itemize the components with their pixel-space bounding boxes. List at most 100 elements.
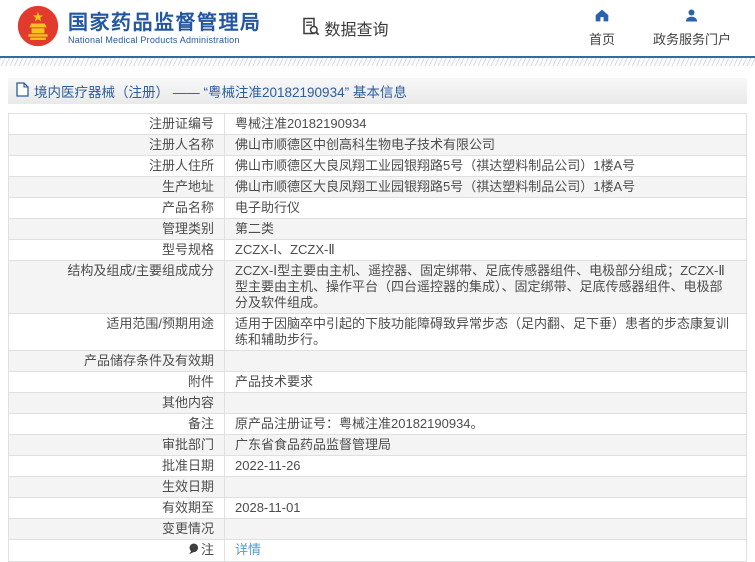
field-value-text: 佛山市顺德区中创高科生物电子技术有限公司 bbox=[235, 137, 496, 152]
field-value: ZCZX-Ⅰ型主要由主机、遥控器、固定绑带、足底传感器组件、电极部分组成；ZCZ… bbox=[225, 261, 746, 313]
field-value-text: 佛山市顺德区大良凤翔工业园银翔路5号（祺达塑料制品公司）1楼A号 bbox=[235, 179, 636, 194]
field-label: 注册人住所 bbox=[9, 156, 225, 176]
field-value-text: 产品技术要求 bbox=[235, 374, 314, 389]
top-nav: 首页 政务服务门户 bbox=[589, 8, 731, 48]
table-row: 其他内容 bbox=[9, 393, 746, 414]
site-header: 国家药品监督管理局 National Medical Products Admi… bbox=[0, 0, 755, 56]
field-label-text: 批准日期 bbox=[161, 458, 214, 473]
nav-portal-label: 政务服务门户 bbox=[652, 32, 731, 47]
table-row: 产品名称 电子助行仪 bbox=[9, 198, 746, 219]
field-label: 结构及组成/主要组成成分 bbox=[9, 261, 225, 313]
agency-name-cn: 国家药品监督管理局 bbox=[68, 11, 262, 34]
field-label: 生产地址 bbox=[9, 177, 225, 197]
field-label: 批准日期 bbox=[9, 456, 225, 476]
table-row: 注 详情 bbox=[9, 540, 746, 562]
field-label-text: 产品储存条件及有效期 bbox=[83, 353, 214, 368]
field-label: 注 bbox=[9, 540, 225, 561]
field-value: 佛山市顺德区中创高科生物电子技术有限公司 bbox=[225, 135, 746, 155]
field-value: ZCZX-Ⅰ、ZCZX-Ⅱ bbox=[225, 240, 746, 260]
field-value-text: 适用于因脑卒中引起的下肢功能障碍致异常步态（足内翻、足下垂）患者的步态康复训练和… bbox=[235, 316, 730, 347]
field-label-text: 生产地址 bbox=[161, 179, 214, 194]
table-row: 有效期至 2028-11-01 bbox=[9, 498, 746, 519]
field-value-text: 2028-11-01 bbox=[235, 500, 301, 515]
field-value: 广东省食品药品监督管理局 bbox=[225, 435, 746, 455]
data-query-link[interactable]: 数据查询 bbox=[300, 16, 389, 41]
document-search-icon bbox=[300, 16, 320, 41]
data-query-label: 数据查询 bbox=[324, 22, 389, 39]
page-title-text: 境内医疗器械（注册） —— “粤械注准20182190934” 基本信息 bbox=[34, 85, 407, 100]
field-label-text: 有效期至 bbox=[161, 500, 214, 515]
table-row: 结构及组成/主要组成成分 ZCZX-Ⅰ型主要由主机、遥控器、固定绑带、足底传感器… bbox=[9, 261, 746, 314]
field-value: 适用于因脑卒中引起的下肢功能障碍致异常步态（足内翻、足下垂）患者的步态康复训练和… bbox=[225, 314, 746, 350]
field-label: 其他内容 bbox=[9, 393, 225, 413]
field-label-text: 备注 bbox=[187, 416, 214, 431]
field-label-text: 注 bbox=[200, 542, 214, 557]
table-row: 审批部门 广东省食品药品监督管理局 bbox=[9, 435, 746, 456]
field-value-text: 原产品注册证号：粤械注准20182190934。 bbox=[235, 416, 484, 431]
nav-home[interactable]: 首页 bbox=[589, 8, 615, 48]
field-value: 详情 bbox=[225, 540, 746, 561]
field-label: 备注 bbox=[9, 414, 225, 434]
table-row: 注册人名称 佛山市顺德区中创高科生物电子技术有限公司 bbox=[9, 135, 746, 156]
field-label: 审批部门 bbox=[9, 435, 225, 455]
agency-name-en: National Medical Products Administration bbox=[68, 34, 240, 45]
field-label: 有效期至 bbox=[9, 498, 225, 518]
field-value-text: 电子助行仪 bbox=[235, 200, 301, 215]
field-label-text: 结构及组成/主要组成成分 bbox=[67, 263, 214, 278]
field-value: 佛山市顺德区大良凤翔工业园银翔路5号（祺达塑料制品公司）1楼A号 bbox=[225, 177, 746, 197]
table-row: 注册人住所 佛山市顺德区大良凤翔工业园银翔路5号（祺达塑料制品公司）1楼A号 bbox=[9, 156, 746, 177]
table-row: 备注 原产品注册证号：粤械注准20182190934。 bbox=[9, 414, 746, 435]
table-row: 产品储存条件及有效期 bbox=[9, 351, 746, 372]
field-label: 附件 bbox=[9, 372, 225, 392]
field-value-text: 第二类 bbox=[235, 221, 275, 236]
hatch-texture-band bbox=[0, 58, 755, 66]
field-value: 电子助行仪 bbox=[225, 198, 746, 218]
detail-link[interactable]: 详情 bbox=[235, 542, 261, 557]
field-label-text: 适用范围/预期用途 bbox=[106, 316, 214, 331]
note-icon bbox=[188, 543, 199, 559]
field-label: 生效日期 bbox=[9, 477, 225, 497]
field-value: 原产品注册证号：粤械注准20182190934。 bbox=[225, 414, 746, 434]
field-value: 产品技术要求 bbox=[225, 372, 746, 392]
field-value-text: ZCZX-Ⅰ型主要由主机、遥控器、固定绑带、足底传感器组件、电极部分组成；ZCZ… bbox=[235, 263, 725, 310]
field-label-text: 生效日期 bbox=[161, 479, 214, 494]
document-icon bbox=[16, 82, 29, 100]
field-value: 第二类 bbox=[225, 219, 746, 239]
field-label: 适用范围/预期用途 bbox=[9, 314, 225, 350]
field-value-text: 广东省食品药品监督管理局 bbox=[235, 437, 392, 452]
nav-home-label: 首页 bbox=[588, 32, 615, 47]
user-icon bbox=[684, 8, 699, 26]
table-row: 注册证编号 粤械注准20182190934 bbox=[9, 114, 746, 135]
home-icon bbox=[594, 8, 610, 26]
field-label-text: 注册证编号 bbox=[148, 116, 214, 131]
nmpa-emblem-icon bbox=[16, 4, 60, 53]
field-label-text: 其他内容 bbox=[161, 395, 214, 410]
field-value-text: 佛山市顺德区大良凤翔工业园银翔路5号（祺达塑料制品公司）1楼A号 bbox=[235, 158, 636, 173]
table-row: 变更情况 bbox=[9, 519, 746, 540]
field-value bbox=[225, 477, 746, 497]
field-value bbox=[225, 519, 746, 539]
agency-logo-group: 国家药品监督管理局 National Medical Products Admi… bbox=[16, 4, 262, 53]
field-label-text: 注册人住所 bbox=[148, 158, 214, 173]
nav-gov-portal[interactable]: 政务服务门户 bbox=[653, 8, 731, 48]
field-label-text: 管理类别 bbox=[161, 221, 214, 236]
agency-title: 国家药品监督管理局 National Medical Products Admi… bbox=[68, 12, 262, 45]
field-value: 2022-11-26 bbox=[225, 456, 746, 476]
field-value bbox=[225, 351, 746, 371]
page-title: 境内医疗器械（注册） —— “粤械注准20182190934” 基本信息 bbox=[8, 78, 747, 104]
field-label-text: 注册人名称 bbox=[148, 137, 214, 152]
field-label: 型号规格 bbox=[9, 240, 225, 260]
table-row: 型号规格 ZCZX-Ⅰ、ZCZX-Ⅱ bbox=[9, 240, 746, 261]
field-value bbox=[225, 393, 746, 413]
field-label: 产品储存条件及有效期 bbox=[9, 351, 225, 371]
field-label-text: 产品名称 bbox=[161, 200, 214, 215]
table-row: 生效日期 bbox=[9, 477, 746, 498]
field-value: 粤械注准20182190934 bbox=[225, 114, 746, 134]
field-value-text: 2022-11-26 bbox=[235, 458, 301, 473]
table-row: 适用范围/预期用途 适用于因脑卒中引起的下肢功能障碍致异常步态（足内翻、足下垂）… bbox=[9, 314, 746, 351]
field-value: 佛山市顺德区大良凤翔工业园银翔路5号（祺达塑料制品公司）1楼A号 bbox=[225, 156, 746, 176]
field-value: 2028-11-01 bbox=[225, 498, 746, 518]
table-row: 管理类别 第二类 bbox=[9, 219, 746, 240]
field-label-text: 变更情况 bbox=[161, 521, 214, 536]
field-value-text: ZCZX-Ⅰ、ZCZX-Ⅱ bbox=[235, 242, 335, 257]
